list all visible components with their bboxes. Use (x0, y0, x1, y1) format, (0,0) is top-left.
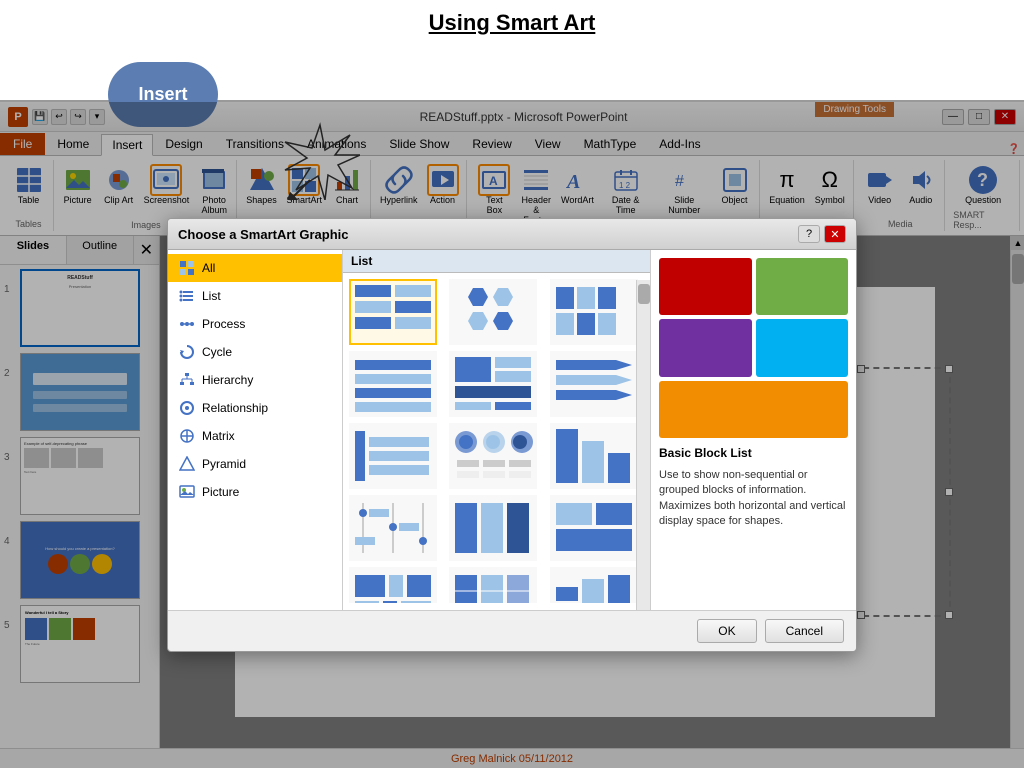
gallery-header: List (343, 250, 650, 273)
dialog-close-button[interactable]: ✕ (824, 225, 846, 243)
dialog-help-button[interactable]: ? (798, 225, 820, 243)
preview-shape-orange-bottom (659, 381, 848, 438)
cat-hierarchy-icon (178, 371, 196, 389)
gallery-item-11[interactable] (449, 495, 537, 561)
cat-list-icon (178, 287, 196, 305)
gallery-grid (343, 273, 650, 603)
gallery-item-12[interactable] (550, 495, 638, 561)
cat-item-hierarchy[interactable]: Hierarchy (168, 366, 342, 394)
gallery-item-1[interactable] (349, 279, 437, 345)
gallery-item-4[interactable] (349, 351, 437, 417)
cat-item-cycle[interactable]: Cycle (168, 338, 342, 366)
gallery-item-9[interactable] (550, 423, 638, 489)
cat-item-matrix[interactable]: Matrix (168, 422, 342, 450)
dialog-overlay: Choose a SmartArt Graphic ? ✕ All (0, 102, 1024, 768)
gallery-item-15[interactable] (550, 567, 638, 603)
preview-shape-red-left (659, 258, 752, 315)
gallery-item-3[interactable] (550, 279, 638, 345)
cat-item-picture[interactable]: Picture (168, 478, 342, 506)
gallery-item-5[interactable] (449, 351, 537, 417)
gallery-area: List (343, 250, 651, 610)
cancel-button[interactable]: Cancel (765, 619, 844, 643)
gallery-item-8[interactable] (449, 423, 537, 489)
dialog-title: Choose a SmartArt Graphic (178, 227, 349, 242)
cat-matrix-icon (178, 427, 196, 445)
gallery-item-10[interactable] (349, 495, 437, 561)
cat-item-list[interactable]: List (168, 282, 342, 310)
gallery-scroll-thumb[interactable] (638, 284, 650, 304)
preview-title: Basic Block List (659, 446, 848, 460)
cat-process-icon (178, 315, 196, 333)
preview-shapes (659, 258, 848, 438)
dialog-controls: ? ✕ (798, 225, 846, 243)
dialog-title-bar: Choose a SmartArt Graphic ? ✕ (168, 219, 856, 250)
gallery-item-14[interactable] (449, 567, 537, 603)
cat-item-pyramid[interactable]: Pyramid (168, 450, 342, 478)
gallery-item-6[interactable] (550, 351, 638, 417)
preview-description: Use to show non-sequential or grouped bl… (659, 468, 848, 530)
cat-picture-icon (178, 483, 196, 501)
dialog-body: All List Process (168, 250, 856, 610)
preview-shape-green-right (756, 258, 849, 315)
cat-item-process[interactable]: Process (168, 310, 342, 338)
preview-area: Basic Block List Use to show non-sequent… (651, 250, 856, 610)
smartart-dialog: Choose a SmartArt Graphic ? ✕ All (167, 218, 857, 652)
preview-shape-cyan-right (756, 319, 849, 376)
ok-button[interactable]: OK (697, 619, 756, 643)
cat-item-relationship[interactable]: Relationship (168, 394, 342, 422)
cat-all-icon (178, 259, 196, 277)
preview-shape-purple-left (659, 319, 752, 376)
page-title: Using Smart Art (429, 10, 596, 35)
cat-pyramid-icon (178, 455, 196, 473)
cat-relationship-icon (178, 399, 196, 417)
dialog-footer: OK Cancel (168, 610, 856, 651)
cat-item-all[interactable]: All (168, 254, 342, 282)
cat-cycle-icon (178, 343, 196, 361)
gallery-item-7[interactable] (349, 423, 437, 489)
gallery-item-13[interactable] (349, 567, 437, 603)
ppt-window: P 💾 ↩ ↪ ▾ READStuff.pptx - Microsoft Pow… (0, 100, 1024, 768)
page-title-area: Using Smart Art (0, 0, 1024, 41)
gallery-item-2[interactable] (449, 279, 537, 345)
gallery-scrollbar[interactable] (636, 280, 650, 610)
category-list: All List Process (168, 250, 343, 610)
